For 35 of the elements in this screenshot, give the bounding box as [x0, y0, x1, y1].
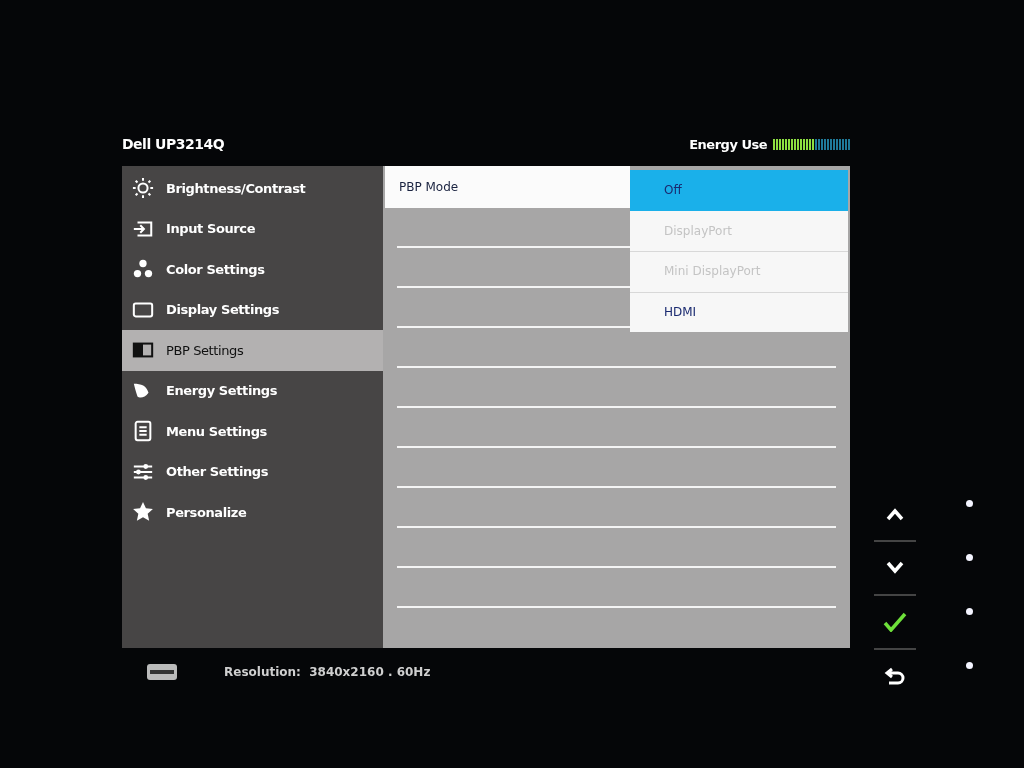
menu-item-label: Brightness/Contrast — [166, 180, 306, 196]
list-page-icon — [132, 420, 154, 443]
chevron-down-icon — [885, 561, 905, 575]
menu-item-label: PBP Settings — [166, 342, 244, 358]
menu-item-label: Display Settings — [166, 302, 280, 318]
connector-icon — [146, 663, 178, 681]
menu-item-label: Energy Settings — [166, 383, 278, 399]
menu-item[interactable]: Display Settings — [122, 289, 383, 330]
chevron-up-icon — [885, 507, 905, 521]
monitor-model-title: Dell UP3214Q — [122, 136, 225, 152]
indicator-dot — [966, 662, 973, 669]
menu-item-label: Input Source — [166, 221, 256, 237]
setting-row[interactable]: PBP Mode — [385, 166, 630, 208]
menu-item-label: Color Settings — [166, 261, 265, 277]
menu-item-label: Other Settings — [166, 464, 269, 480]
menu-item[interactable]: Menu Settings — [122, 411, 383, 452]
indicator-dot — [966, 554, 973, 561]
dropdown-option[interactable]: HDMI — [630, 291, 848, 332]
menu-item[interactable]: Brightness/Contrast — [122, 168, 383, 209]
checkmark-icon — [883, 612, 907, 632]
resolution-text: Resolution: 3840x2160 . 60Hz — [224, 665, 431, 679]
indicator-dot — [966, 608, 973, 615]
menu-item-label: Personalize — [166, 504, 247, 520]
menu-item[interactable]: Other Settings — [122, 451, 383, 492]
dropdown-option[interactable]: Off — [630, 170, 848, 211]
brightness-icon — [132, 177, 154, 200]
menu-item[interactable]: Input Source — [122, 208, 383, 249]
return-arrow-icon — [884, 667, 906, 687]
menu-item[interactable]: Energy Settings — [122, 370, 383, 411]
menu-item[interactable]: Color Settings — [122, 249, 383, 290]
menu-item[interactable]: Personalize — [122, 492, 383, 533]
energy-use-label: Energy Use — [689, 136, 767, 152]
menu-item[interactable]: PBP Settings — [122, 330, 383, 371]
indicator-dot — [966, 500, 973, 507]
menu-item-label: Menu Settings — [166, 423, 267, 439]
